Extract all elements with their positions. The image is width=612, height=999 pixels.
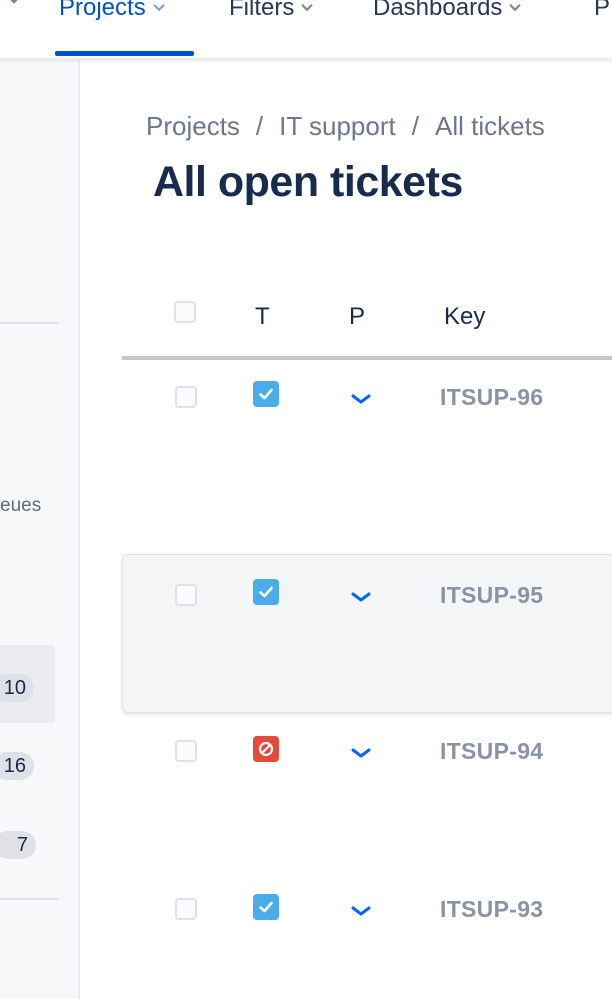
table-header: T P Key (122, 290, 612, 360)
low-priority-chevron-icon (351, 592, 371, 602)
column-header-key[interactable]: Key (444, 303, 485, 331)
sidebar: eues 10 16 7 (0, 58, 80, 999)
row-checkbox[interactable] (175, 386, 197, 408)
table-row[interactable]: ITSUP-94 (122, 714, 612, 884)
blocked-icon (253, 736, 279, 762)
chevron-down-icon (509, 4, 521, 12)
task-check-icon (253, 381, 279, 407)
nav-projects[interactable]: Projects (59, 0, 166, 28)
nav-people[interactable]: P (594, 0, 610, 28)
sidebar-queues-heading: eues (0, 495, 42, 516)
nav-projects-label: Projects (59, 0, 146, 21)
task-check-icon (253, 894, 279, 920)
select-all-checkbox[interactable] (174, 301, 196, 323)
table-row[interactable]: ITSUP-95 (122, 554, 612, 713)
page-title: All open tickets (153, 158, 463, 206)
row-checkbox[interactable] (175, 740, 197, 762)
row-checkbox[interactable] (175, 898, 197, 920)
nav-filters-label: Filters (229, 0, 295, 21)
sidebar-divider (0, 322, 59, 324)
sidebar-divider (0, 898, 59, 900)
column-header-type[interactable]: T (255, 303, 270, 331)
task-check-icon (253, 579, 279, 605)
breadcrumb-separator: / (255, 111, 264, 141)
low-priority-chevron-icon (351, 906, 371, 916)
nav-dashboards-label: Dashboards (373, 0, 503, 21)
nav-filters[interactable]: Filters (229, 0, 314, 28)
nav-dashboards[interactable]: Dashboards (373, 0, 522, 28)
breadcrumb-separator: / (411, 111, 419, 141)
low-priority-chevron-icon (351, 394, 371, 404)
issue-key-link[interactable]: ITSUP-96 (440, 384, 543, 411)
issue-key-link[interactable]: ITSUP-95 (440, 582, 543, 609)
active-tab-indicator (55, 51, 194, 56)
chevron-down-icon[interactable] (6, 0, 22, 8)
table-row[interactable]: ITSUP-96 (122, 360, 612, 550)
breadcrumb-it-support[interactable]: IT support (279, 111, 396, 142)
nav-people-label: P (594, 0, 611, 21)
low-priority-chevron-icon (351, 748, 371, 758)
chevron-down-icon (301, 4, 313, 12)
breadcrumb-projects[interactable]: Projects (146, 111, 240, 142)
row-checkbox[interactable] (175, 584, 197, 606)
queue-count-badge: 10 (0, 674, 34, 702)
queue-count-badge: 16 (0, 752, 34, 780)
issue-key-link[interactable]: ITSUP-93 (440, 896, 543, 923)
breadcrumb: Projects / IT support / All tickets (146, 111, 545, 142)
chevron-down-icon (153, 4, 165, 12)
top-navigation: Projects Filters Dashboards P (0, 0, 612, 60)
queue-count-badge: 7 (0, 831, 36, 859)
column-header-priority[interactable]: P (349, 303, 365, 331)
issue-key-link[interactable]: ITSUP-94 (440, 738, 543, 765)
breadcrumb-all-tickets[interactable]: All tickets (435, 111, 545, 142)
table-row[interactable]: ITSUP-93 (122, 872, 612, 999)
